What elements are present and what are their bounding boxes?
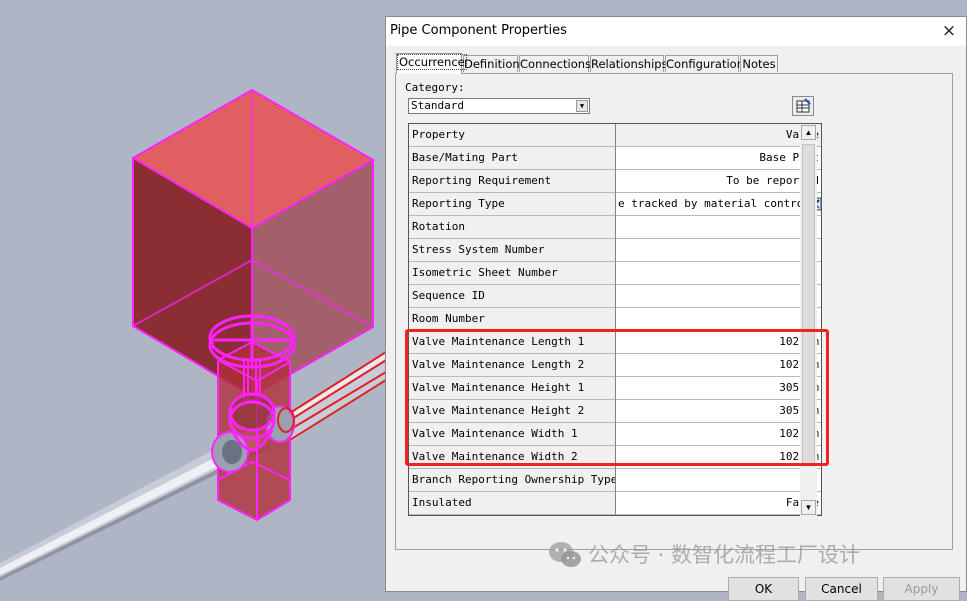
- grid-scrollbar[interactable]: ▲ ▼: [800, 124, 817, 516]
- property-value-cell[interactable]: [616, 216, 821, 239]
- property-column-header: Property: [409, 124, 616, 147]
- property-name-cell: Isometric Sheet Number: [409, 262, 616, 285]
- property-value-cell[interactable]: e tracked by material control sy: [616, 193, 821, 216]
- grid-row[interactable]: Reporting Type e tracked by material cont…: [409, 193, 821, 216]
- property-name-cell: Valve Maintenance Width 2: [409, 446, 616, 469]
- pipe-component-properties-dialog: Pipe Component Properties × Occurrence D…: [385, 16, 967, 601]
- tab-occurrence-label: Occurrence: [397, 54, 467, 70]
- ok-button[interactable]: OK: [728, 577, 799, 601]
- property-value-cell[interactable]: 305 mm: [616, 377, 821, 400]
- tab-occurrence[interactable]: Occurrence: [396, 53, 467, 74]
- dialog-titlebar[interactable]: Pipe Component Properties ×: [386, 17, 966, 46]
- grid-row[interactable]: Valve Maintenance Length 2102 mm: [409, 354, 821, 377]
- property-name-cell: Sequence ID: [409, 285, 616, 308]
- property-value-cell[interactable]: [616, 262, 821, 285]
- property-value-cell[interactable]: [616, 239, 821, 262]
- property-name-cell: Valve Maintenance Length 2: [409, 354, 616, 377]
- property-value-cell[interactable]: To be reported: [616, 170, 821, 193]
- grid-row[interactable]: Isometric Sheet Number: [409, 262, 821, 285]
- apply-button[interactable]: Apply: [883, 577, 960, 601]
- scroll-up-icon[interactable]: ▲: [801, 125, 816, 140]
- grid-row[interactable]: Reporting Requirement To be reported: [409, 170, 821, 193]
- grid-row[interactable]: Base/Mating Part Base Part: [409, 147, 821, 170]
- grid-row[interactable]: Room Number: [409, 308, 821, 331]
- grid-row[interactable]: Valve Maintenance Width 2102 mm: [409, 446, 821, 469]
- wechat-icon: [549, 542, 581, 567]
- property-name-cell: Valve Maintenance Width 1: [409, 423, 616, 446]
- grid-row[interactable]: Valve Maintenance Width 1102 mm: [409, 423, 821, 446]
- tab-definition[interactable]: Definition: [463, 55, 520, 72]
- property-value-cell[interactable]: 102 mm: [616, 331, 821, 354]
- property-value-cell[interactable]: [616, 285, 821, 308]
- grid-row[interactable]: Valve Maintenance Height 1305 mm: [409, 377, 821, 400]
- property-value-cell[interactable]: 102 mm: [616, 423, 821, 446]
- tab-connections[interactable]: Connections: [519, 55, 591, 72]
- dialog-title: Pipe Component Properties: [390, 23, 567, 38]
- grid-row[interactable]: Branch Reporting Ownership Type Ba: [409, 469, 821, 492]
- grid-row[interactable]: Sequence ID: [409, 285, 821, 308]
- pipe-branch: [282, 362, 386, 441]
- grid-edit-icon: [796, 98, 811, 113]
- property-name-cell: Room Number: [409, 308, 616, 331]
- property-value-cell[interactable]: [616, 469, 821, 492]
- property-value-cell[interactable]: 102 mm: [616, 354, 821, 377]
- chevron-down-icon[interactable]: ▼: [576, 100, 588, 112]
- property-name-cell: Valve Maintenance Height 2: [409, 400, 616, 423]
- property-name-cell: Reporting Type: [409, 193, 616, 216]
- property-name-cell: Stress System Number: [409, 239, 616, 262]
- scroll-thumb[interactable]: [802, 144, 815, 464]
- grid-row[interactable]: Stress System Number: [409, 239, 821, 262]
- properties-grid: Property Value Base/Mating PartBase Part…: [408, 123, 822, 516]
- tab-relationships[interactable]: Relationships: [590, 55, 668, 72]
- property-name-cell: Valve Maintenance Height 1: [409, 377, 616, 400]
- property-value-cell[interactable]: [616, 308, 821, 331]
- tab-notes[interactable]: Notes: [740, 55, 778, 72]
- property-name-cell: Branch Reporting Ownership Type Ba: [409, 469, 616, 492]
- category-label: Category:: [405, 81, 465, 94]
- property-value-cell[interactable]: 305 mm: [616, 400, 821, 423]
- property-name-cell: Rotation: [409, 216, 616, 239]
- grid-row[interactable]: Valve Maintenance Length 1102 mm: [409, 331, 821, 354]
- close-button[interactable]: ×: [938, 20, 960, 42]
- property-name-cell: Insulated: [409, 492, 616, 515]
- grid-row[interactable]: Rotation: [409, 216, 821, 239]
- property-name-cell: Reporting Requirement: [409, 170, 616, 193]
- properties-tool-button[interactable]: [792, 96, 814, 116]
- property-value-cell[interactable]: 102 mm: [616, 446, 821, 469]
- property-value-cell[interactable]: False: [616, 492, 821, 515]
- scroll-down-icon[interactable]: ▼: [801, 500, 816, 515]
- category-selected-value: Standard: [411, 99, 464, 112]
- grid-row[interactable]: Valve Maintenance Height 2305 mm: [409, 400, 821, 423]
- tab-configuration[interactable]: Configuration: [665, 55, 744, 72]
- property-value-cell[interactable]: Base Part: [616, 147, 821, 170]
- property-name-cell: Base/Mating Part: [409, 147, 616, 170]
- grid-header-row: Property Value: [409, 124, 821, 147]
- category-select[interactable]: Standard ▼: [408, 98, 590, 114]
- grid-row[interactable]: InsulatedFalse: [409, 492, 821, 515]
- value-column-header: Value: [616, 124, 821, 147]
- property-name-cell: Valve Maintenance Length 1: [409, 331, 616, 354]
- watermark-text: 公众号 · 数智化流程工厂设计: [588, 543, 861, 567]
- cancel-button[interactable]: Cancel: [805, 577, 878, 601]
